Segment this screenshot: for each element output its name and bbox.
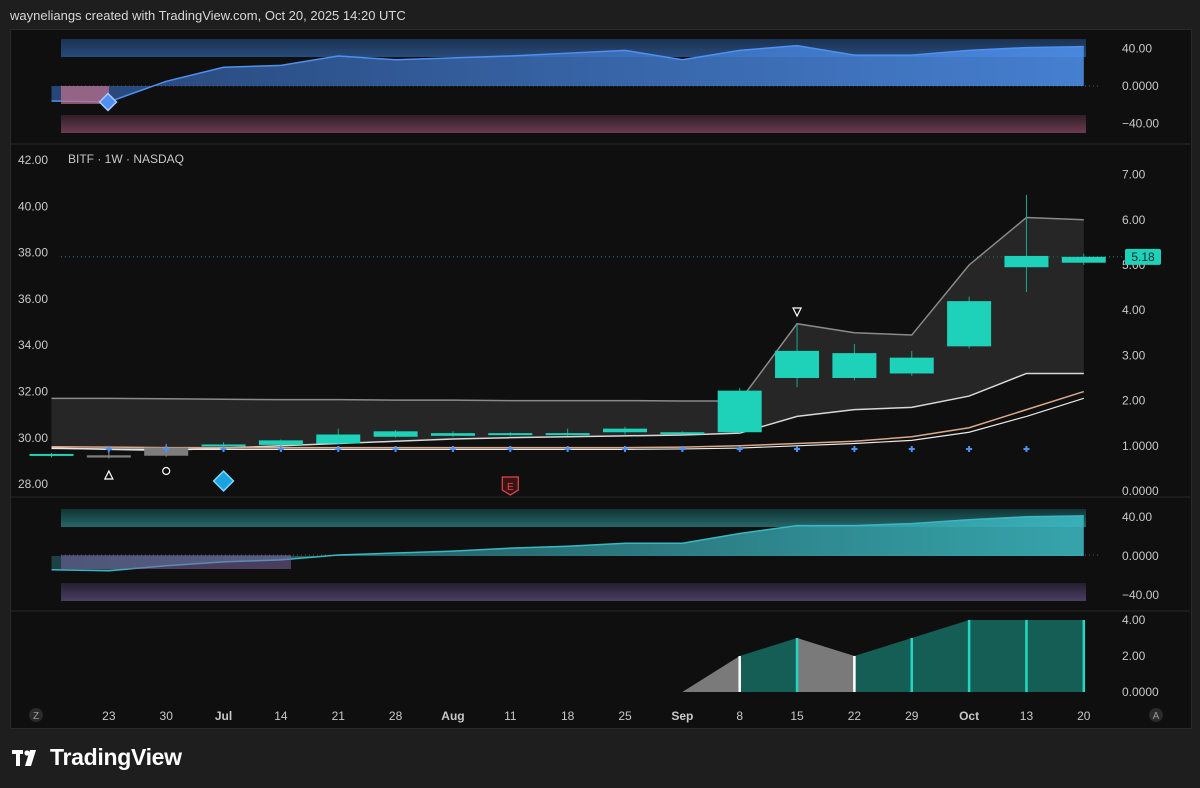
right-axis-tick: 3.00	[1122, 348, 1146, 362]
candle-body	[373, 431, 418, 437]
time-axis-label: Jul	[215, 709, 232, 723]
trend-plus-marker	[908, 446, 915, 452]
candle-body	[545, 433, 590, 436]
axis-corner-a[interactable]: A	[1149, 708, 1163, 722]
time-axis-label: 21	[332, 709, 346, 723]
top-oscillator-panel: 40.00 0.0000 −40.00	[51, 39, 1159, 133]
candle-body	[316, 434, 361, 444]
price-panel: BITF · 1W · NASDAQ 42.00 40.00 38.00 36.00 3…	[18, 152, 1161, 498]
candle-body	[488, 433, 533, 436]
candle-body	[889, 357, 934, 374]
time-axis-label: 14	[274, 709, 288, 723]
candle-body	[717, 390, 762, 433]
negative-zone	[61, 555, 291, 569]
axis-tick-label: 40.00	[1122, 510, 1152, 524]
counter-area-segment	[911, 620, 970, 692]
right-axis-tick: 6.00	[1122, 213, 1146, 227]
candle-body	[832, 353, 877, 378]
candle-body	[775, 350, 820, 378]
right-axis-tick: 1.0000	[1122, 439, 1159, 453]
time-axis[interactable]: 23 30 Jul 14 21 28 Aug 11 18 25 Sep 8 15 22 29 Oct 13 20	[102, 709, 1091, 723]
right-axis-tick: 2.00	[1122, 394, 1146, 408]
signal-circle	[162, 466, 171, 476]
left-axis-tick: 28.00	[18, 477, 48, 491]
axis-corner-z[interactable]: Z	[29, 708, 43, 722]
diamond-signal-marker	[212, 470, 235, 492]
counter-area-segment	[682, 656, 740, 692]
candle-body	[430, 433, 475, 436]
last-price-label: 5.18	[1131, 250, 1155, 264]
counter-area-segment	[739, 638, 798, 692]
time-axis-label: 28	[389, 709, 403, 723]
axis-tick-label: 4.00	[1122, 613, 1146, 627]
axis-tick-label: 2.00	[1122, 649, 1146, 663]
candle-body	[86, 455, 131, 458]
left-axis-tick: 42.00	[18, 153, 48, 167]
axis-tick-label: 40.00	[1122, 42, 1152, 56]
candle-body	[258, 440, 303, 445]
tradingview-logo-icon	[12, 749, 36, 766]
left-axis-tick: 34.00	[18, 338, 48, 352]
left-axis-tick: 36.00	[18, 292, 48, 306]
axis-tick-label: −40.00	[1122, 117, 1159, 131]
right-axis-tick: 7.00	[1122, 168, 1146, 182]
axis-tick-label: 0.0000	[1122, 79, 1159, 93]
time-axis-label: 23	[102, 709, 116, 723]
chart-attribution: wayneliangs created with TradingView.com…	[10, 8, 406, 23]
earnings-label: E	[507, 482, 514, 493]
trend-plus-marker	[736, 446, 743, 452]
time-axis-label: 18	[561, 709, 575, 723]
time-axis-label: 15	[790, 709, 804, 723]
counter-area-segment	[797, 638, 855, 692]
buy-signal-triangle	[103, 469, 114, 480]
candle-body	[1004, 255, 1049, 268]
left-axis-tick: 38.00	[18, 246, 48, 260]
trend-plus-marker	[1023, 446, 1030, 452]
time-axis-label: Sep	[671, 709, 693, 723]
tradingview-logo: TradingView	[12, 744, 182, 771]
time-axis-label: 8	[736, 709, 743, 723]
svg-text:Z: Z	[33, 711, 39, 722]
time-axis-label: Oct	[959, 709, 979, 723]
volatility-band	[51, 217, 1084, 451]
bottom-counter-panel: 4.00 2.00 0.0000	[682, 613, 1159, 699]
earnings-marker: E	[501, 476, 519, 496]
candle-body	[660, 432, 705, 435]
time-axis-label: 30	[160, 709, 174, 723]
left-axis-tick: 40.00	[18, 199, 48, 213]
last-price-badge: 5.18	[1125, 248, 1161, 265]
axis-tick-label: 0.0000	[1122, 549, 1159, 563]
left-axis-tick: 30.00	[18, 431, 48, 445]
time-axis-label: 13	[1020, 709, 1034, 723]
candle-body	[1061, 256, 1106, 263]
time-axis-label: 20	[1077, 709, 1091, 723]
time-axis-label: 25	[618, 709, 632, 723]
time-axis-label: Aug	[441, 709, 464, 723]
symbol-legend: BITF · 1W · NASDAQ	[68, 152, 184, 166]
sell-signal-triangle	[792, 307, 803, 318]
counter-area-segment	[1026, 620, 1084, 692]
trend-plus-marker	[966, 446, 973, 452]
trend-plus-marker	[794, 446, 801, 452]
right-axis-tick: 4.00	[1122, 303, 1146, 317]
candle-body	[29, 453, 74, 456]
counter-area-segment	[854, 638, 912, 692]
candle-body	[603, 428, 647, 433]
svg-text:A: A	[1153, 711, 1160, 722]
candle-body	[947, 301, 992, 347]
axis-tick-label: −40.00	[1122, 588, 1159, 602]
time-axis-label: 29	[905, 709, 919, 723]
middle-oscillator-panel: 40.00 0.0000 −40.00	[51, 509, 1159, 602]
trend-plus-marker	[851, 446, 858, 452]
axis-tick-label: 0.0000	[1122, 685, 1159, 699]
time-axis-label: 11	[504, 709, 517, 723]
right-axis-tick: 0.0000	[1122, 484, 1159, 498]
chart-canvas[interactable]: 40.00 0.0000 −40.00 BITF · 1W · NASDAQ 42.…	[10, 29, 1190, 727]
time-axis-label: 22	[848, 709, 862, 723]
tradingview-wordmark: TradingView	[50, 744, 182, 770]
counter-area-segment	[969, 620, 1027, 692]
left-axis-tick: 32.00	[18, 385, 48, 399]
